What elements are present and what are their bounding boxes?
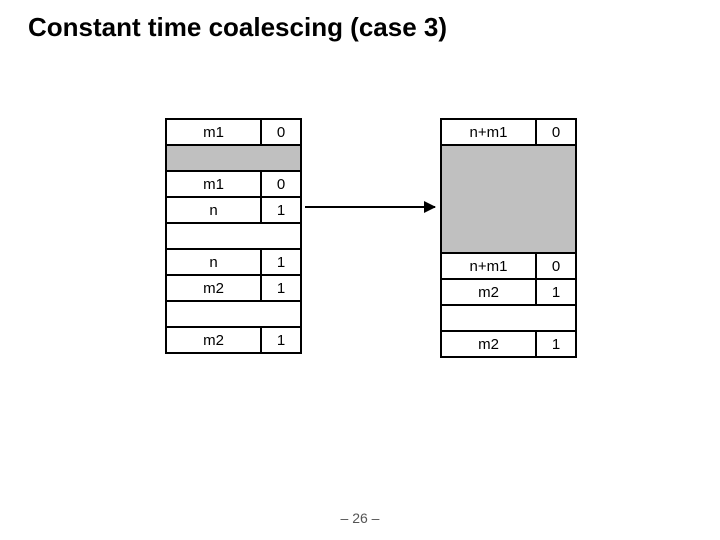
table-row: m21 — [441, 279, 576, 305]
table-row: m21 — [166, 327, 301, 353]
table-row: n+m10 — [441, 119, 576, 145]
table-row: n1 — [166, 249, 301, 275]
cell-bit: 0 — [261, 171, 301, 197]
table-row — [441, 145, 576, 253]
cell-bit: 0 — [536, 119, 576, 145]
table-row: n+m10 — [441, 253, 576, 279]
table-row: m10 — [166, 171, 301, 197]
table-row: m21 — [166, 275, 301, 301]
table-row: n1 — [166, 197, 301, 223]
before-block: m10 m10 n1 n1 m21 m21 — [165, 118, 302, 354]
cell-bit: 0 — [261, 119, 301, 145]
cell-bit: 1 — [261, 249, 301, 275]
table-row — [166, 145, 301, 171]
cell-size: m2 — [166, 275, 261, 301]
table-row: m10 — [166, 119, 301, 145]
page-number: – 26 – — [0, 510, 720, 526]
cell-bit: 1 — [261, 275, 301, 301]
cell-size: m2 — [166, 327, 261, 353]
page-title: Constant time coalescing (case 3) — [28, 12, 447, 43]
cell-bit: 1 — [261, 197, 301, 223]
cell-size: n — [166, 249, 261, 275]
cell-size: m2 — [441, 279, 536, 305]
cell-size: n+m1 — [441, 253, 536, 279]
table-row — [166, 301, 301, 327]
cell-size: n — [166, 197, 261, 223]
cell-bit: 0 — [536, 253, 576, 279]
cell-size: m1 — [166, 171, 261, 197]
cell-bit: 1 — [536, 279, 576, 305]
cell-bit: 1 — [536, 331, 576, 357]
table-row — [441, 305, 576, 331]
cell-size: n+m1 — [441, 119, 536, 145]
cell-bit: 1 — [261, 327, 301, 353]
after-block: n+m10 n+m10 m21 m21 — [440, 118, 577, 358]
table-row — [166, 223, 301, 249]
cell-size: m1 — [166, 119, 261, 145]
arrow-icon — [305, 206, 435, 208]
cell-size: m2 — [441, 331, 536, 357]
table-row: m21 — [441, 331, 576, 357]
